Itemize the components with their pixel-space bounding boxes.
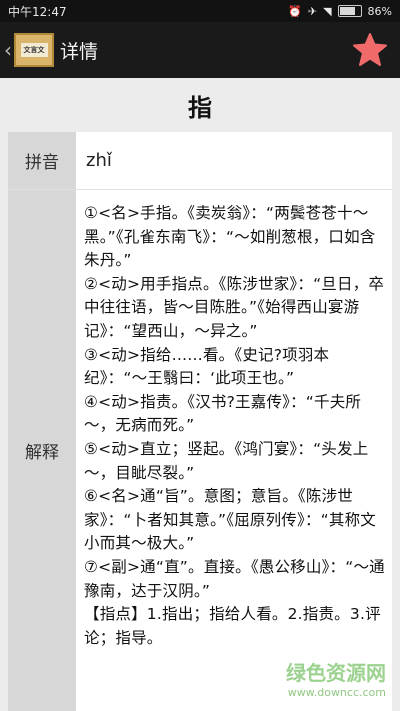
- wifi-icon: ◥: [323, 4, 332, 18]
- status-icons: ⏰ ✈ ◥ 86%: [288, 5, 392, 18]
- status-bar: 中午12:47 ⏰ ✈ ◥ 86%: [0, 0, 400, 22]
- watermark-title: 绿色资源网: [286, 661, 386, 685]
- watermark-url: www.downcc.com: [287, 686, 386, 699]
- definition-text: ①<名>手指。《卖炭翁》：“两鬓苍苍十～黑。”《孔雀东南飞》：“～如削葱根，口如…: [76, 190, 392, 711]
- page-title: 详情: [60, 40, 99, 63]
- chevron-left-icon[interactable]: ‹: [4, 38, 14, 62]
- signal-icon: ✈: [307, 4, 318, 18]
- app-logo[interactable]: 文言文: [14, 33, 54, 67]
- detail-table: 拼音 zhǐ 解释 ①<名>手指。《卖炭翁》：“两鬓苍苍十～黑。”《孔雀东南飞》…: [8, 132, 392, 711]
- definition-label: 解释: [8, 190, 76, 711]
- app-logo-text: 文言文: [20, 43, 48, 57]
- battery-percent: 86%: [367, 4, 392, 18]
- star-icon[interactable]: [352, 32, 388, 68]
- pinyin-value: zhǐ: [76, 132, 392, 189]
- title-bar: ‹ 文言文 详情: [0, 22, 400, 78]
- pinyin-row: 拼音 zhǐ: [8, 132, 392, 190]
- pinyin-label: 拼音: [8, 132, 76, 189]
- status-time: 中午12:47: [8, 4, 67, 19]
- word-title: 指: [188, 93, 212, 122]
- definition-row: 解释 ①<名>手指。《卖炭翁》：“两鬓苍苍十～黑。”《孔雀东南飞》：“～如削葱根…: [8, 190, 392, 711]
- alarm-icon: ⏰: [288, 4, 302, 18]
- battery-icon: [337, 5, 362, 17]
- watermark: 绿色资源网 www.downcc.com: [286, 657, 386, 699]
